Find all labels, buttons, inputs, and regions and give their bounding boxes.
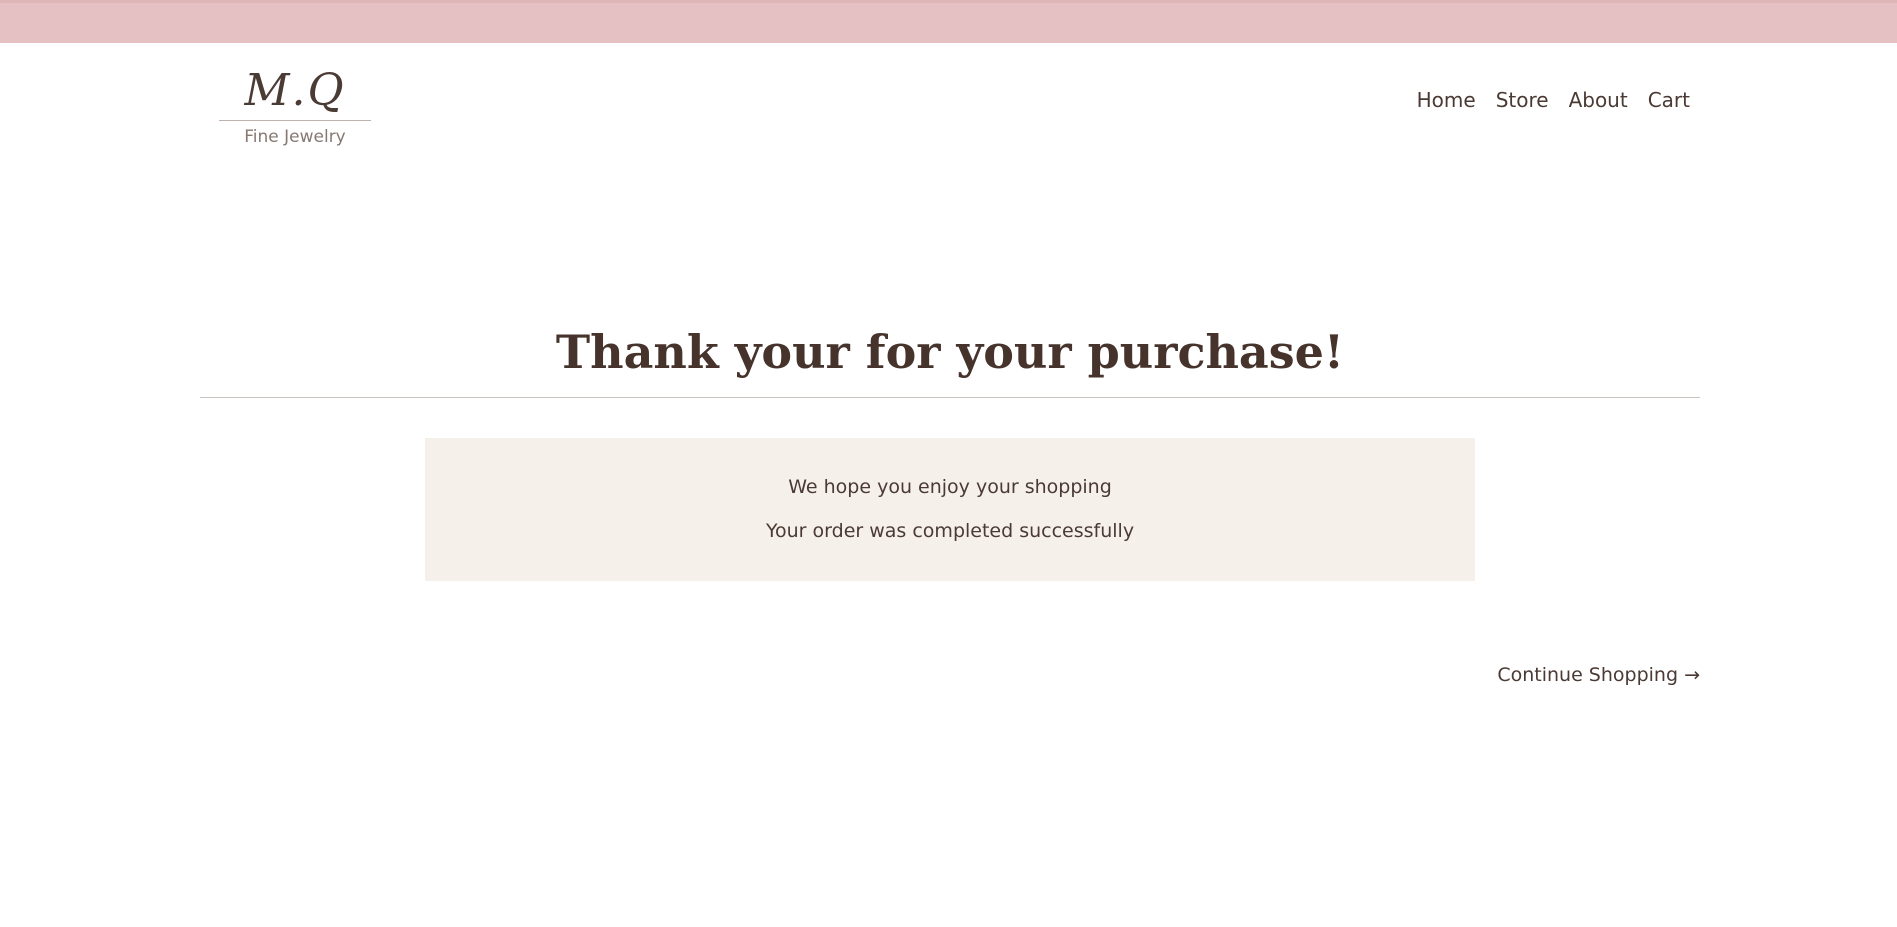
order-confirmation-box: We hope you enjoy your shopping Your ord… bbox=[425, 438, 1475, 581]
logo-divider bbox=[219, 120, 371, 121]
top-banner bbox=[0, 0, 1897, 43]
nav-cart-link[interactable]: Cart bbox=[1648, 86, 1690, 114]
nav-home-link[interactable]: Home bbox=[1417, 86, 1476, 114]
logo-mark: M.Q bbox=[244, 65, 346, 116]
nav-about-link[interactable]: About bbox=[1569, 86, 1628, 114]
continue-shopping-link[interactable]: Continue Shopping → bbox=[1497, 661, 1700, 689]
brand-logo[interactable]: M.Q Fine Jewelry bbox=[219, 66, 371, 148]
logo-tagline: Fine Jewelry bbox=[244, 127, 346, 147]
enjoy-message: We hope you enjoy your shopping bbox=[788, 476, 1112, 498]
order-success-message: Your order was completed successfully bbox=[765, 520, 1135, 542]
main-nav: Home Store About Cart bbox=[1417, 86, 1690, 114]
page-title: Thank your for your purchase! bbox=[555, 325, 1345, 379]
title-divider bbox=[200, 397, 1700, 398]
nav-store-link[interactable]: Store bbox=[1496, 86, 1549, 114]
